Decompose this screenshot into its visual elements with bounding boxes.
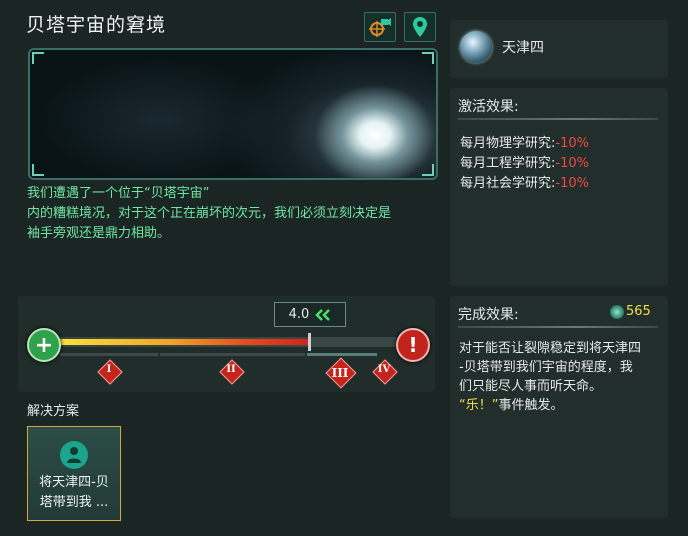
solution-option-line: 塔带到我 ...: [39, 495, 109, 510]
effect-engineering: 每月工程学研究:-10%: [460, 152, 589, 171]
camera-target-icon: [369, 18, 391, 37]
effect-value: -10%: [555, 176, 589, 191]
tier-label: III: [331, 366, 349, 380]
reward-value: 565: [626, 304, 651, 319]
progress-value-box: 4.0: [274, 302, 346, 327]
progress-value: 4.0: [288, 307, 310, 322]
event-description: 我们遭遇了一个位于“贝塔宇宙” 内的糟糕境况，对于这个正在崩坏的次元，我们必须立…: [27, 184, 437, 244]
event-link[interactable]: “乐！”: [459, 398, 498, 413]
completion-line: “乐！”事件触发。: [459, 396, 665, 415]
effect-label: 每月工程学研究:: [460, 156, 556, 171]
effect-physics: 每月物理学研究:-10%: [460, 132, 589, 151]
progress-fill: [58, 339, 310, 345]
completion-line: 们只能尽人事而听天命。: [459, 379, 603, 394]
event-description-line: 我们遭遇了一个位于“贝塔宇宙”: [27, 186, 210, 201]
solution-option-line: 将天津四-贝: [39, 475, 109, 490]
tier-segment: [307, 353, 377, 356]
double-chevron-left-icon: [315, 308, 331, 321]
tier-label: IV: [377, 364, 391, 375]
completion-description: 对于能否让裂隙稳定到将天津四 -贝塔带到我们宇宙的程度，我 们只能尽人事而听天命…: [459, 339, 665, 415]
alert-icon[interactable]: !: [396, 328, 430, 362]
location-button[interactable]: [404, 12, 436, 42]
completion-effects-title: 完成效果:: [458, 307, 519, 323]
event-picture: [28, 48, 438, 180]
planet-name[interactable]: 天津四: [502, 37, 544, 57]
progress-handle[interactable]: [308, 333, 311, 351]
tier-segment: [60, 353, 158, 356]
effect-value: -10%: [555, 136, 589, 151]
planet-icon[interactable]: [460, 31, 492, 63]
solutions-label: 解决方案: [27, 404, 80, 419]
effect-value: -10%: [555, 156, 589, 171]
tier-segment: [160, 353, 305, 356]
effect-label: 每月物理学研究:: [460, 136, 556, 151]
tier-label: II: [226, 364, 236, 375]
effect-society: 每月社会学研究:-10%: [460, 172, 589, 191]
research-icon: [610, 305, 624, 319]
plus-icon[interactable]: +: [27, 328, 61, 362]
person-icon: [60, 441, 88, 469]
divider: [458, 118, 658, 120]
completion-line: -贝塔带到我们宇宙的程度，我: [459, 360, 633, 375]
location-pin-icon: [413, 17, 427, 37]
completion-event-suffix: 事件触发。: [498, 398, 564, 413]
event-description-line: 袖手旁观还是鼎力相助。: [27, 226, 171, 241]
completion-line: 对于能否让裂隙稳定到将天津四: [459, 341, 642, 356]
activation-effects-title: 激活效果:: [458, 99, 519, 115]
tier-label: I: [106, 364, 112, 375]
effect-label: 每月社会学研究:: [460, 176, 556, 191]
event-description-line: 内的糟糕境况，对于这个正在崩坏的次元，我们必须立刻决定是: [27, 206, 392, 221]
solution-option-label: 将天津四-贝 塔带到我 ...: [28, 473, 120, 513]
divider: [458, 326, 658, 328]
event-title: 贝塔宇宙的窘境: [26, 14, 167, 36]
camera-target-button[interactable]: [364, 12, 396, 42]
